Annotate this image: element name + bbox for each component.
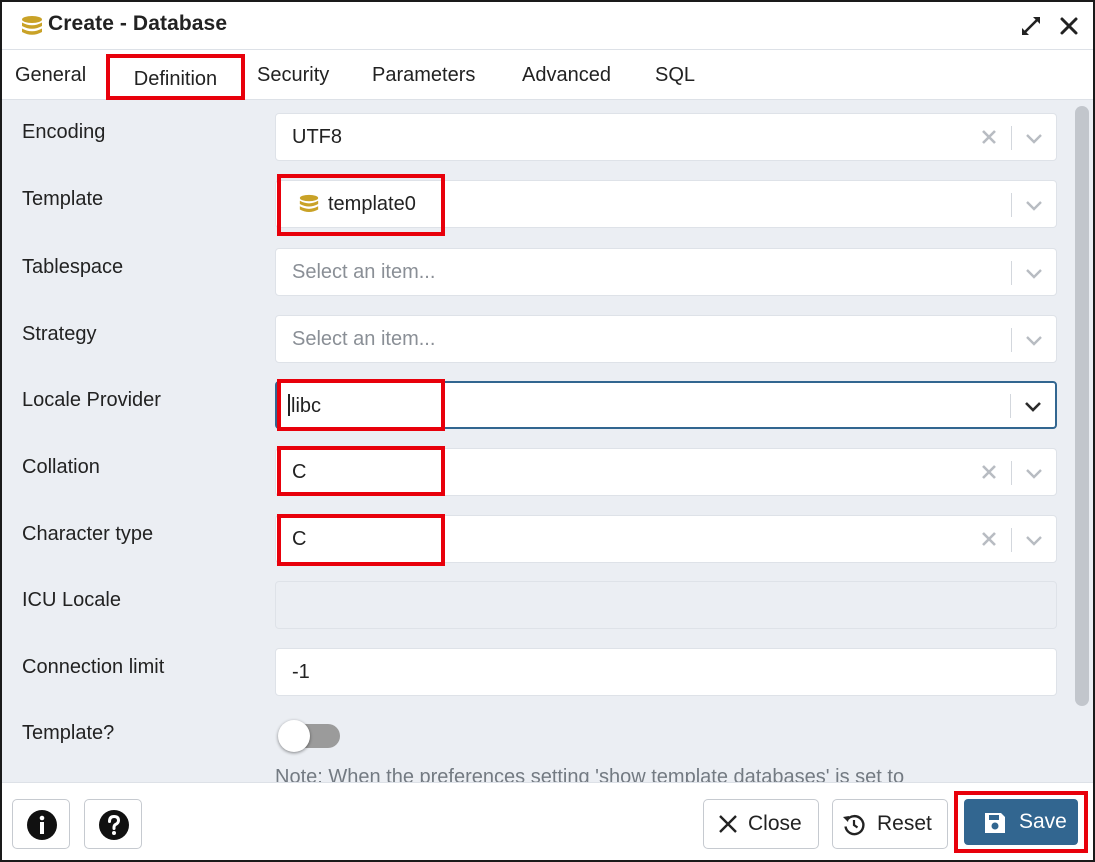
character-type-label: Character type <box>22 523 154 545</box>
tab-bar: General Definition Security Parameters A… <box>2 50 1093 100</box>
close-icon <box>719 815 737 833</box>
reset-button[interactable]: Reset <box>832 799 948 849</box>
save-icon <box>985 813 1005 833</box>
tab-security[interactable]: Security <box>257 64 329 87</box>
divider <box>1011 261 1012 285</box>
close-button[interactable]: Close <box>703 799 819 849</box>
database-icon <box>299 194 319 213</box>
character-type-select[interactable]: C <box>275 515 1057 563</box>
maximize-icon[interactable] <box>1019 14 1043 38</box>
collation-value: C <box>292 461 307 483</box>
chevron-down-icon[interactable] <box>1023 396 1043 416</box>
strategy-label: Strategy <box>22 323 97 345</box>
template-select[interactable]: template0 <box>275 180 1057 228</box>
divider <box>1011 528 1012 552</box>
is-template-label: Template? <box>22 722 115 744</box>
tab-sql[interactable]: SQL <box>655 64 695 87</box>
locale-provider-value: libc <box>288 394 321 418</box>
text-cursor <box>288 394 290 416</box>
template-label: Template <box>22 188 104 210</box>
is-template-toggle[interactable] <box>278 720 340 752</box>
encoding-select[interactable]: UTF8 <box>275 113 1057 161</box>
locale-provider-label: Locale Provider <box>22 389 161 411</box>
collation-select[interactable]: C <box>275 448 1057 496</box>
save-button[interactable]: Save <box>964 799 1078 845</box>
info-icon <box>27 810 57 840</box>
tablespace-placeholder: Select an item... <box>292 261 436 283</box>
template-value: template0 <box>328 193 416 215</box>
info-button[interactable] <box>12 799 70 849</box>
connection-limit-input[interactable]: -1 <box>275 648 1057 696</box>
icu-locale-input <box>275 581 1057 629</box>
tablespace-label: Tablespace <box>22 256 124 278</box>
close-button-label: Close <box>748 812 802 835</box>
reset-button-label: Reset <box>877 812 932 835</box>
divider <box>1011 126 1012 150</box>
scrollbar-thumb[interactable] <box>1075 106 1089 706</box>
close-icon[interactable] <box>1057 14 1081 38</box>
chevron-down-icon[interactable] <box>1024 463 1044 483</box>
clear-icon[interactable] <box>978 461 1000 483</box>
tab-general[interactable]: General <box>15 64 86 87</box>
toggle-knob <box>278 720 310 752</box>
help-button[interactable] <box>84 799 142 849</box>
chevron-down-icon[interactable] <box>1024 263 1044 283</box>
create-database-dialog: Create - Database General Definition Sec… <box>0 0 1095 862</box>
clear-icon[interactable] <box>978 528 1000 550</box>
character-type-value: C <box>292 528 307 550</box>
chevron-down-icon[interactable] <box>1024 330 1044 350</box>
strategy-select[interactable]: Select an item... <box>275 315 1057 363</box>
connection-limit-label: Connection limit <box>22 656 165 678</box>
definition-form: Encoding UTF8 Template template0 Tablesp… <box>2 100 1070 782</box>
locale-provider-select[interactable]: libc <box>275 381 1057 429</box>
highlight-box: Save <box>954 791 1088 853</box>
chevron-down-icon[interactable] <box>1024 530 1044 550</box>
tab-advanced[interactable]: Advanced <box>522 64 611 87</box>
template-note: Note: When the preferences setting 'show… <box>275 766 905 782</box>
tab-definition[interactable]: Definition <box>106 54 245 100</box>
icu-locale-label: ICU Locale <box>22 589 121 611</box>
help-icon <box>99 810 129 840</box>
tab-parameters[interactable]: Parameters <box>372 64 475 87</box>
tablespace-select[interactable]: Select an item... <box>275 248 1057 296</box>
strategy-placeholder: Select an item... <box>292 328 436 350</box>
title-bar[interactable]: Create - Database <box>2 2 1093 50</box>
clear-icon[interactable] <box>978 126 1000 148</box>
save-button-label: Save <box>1019 810 1067 833</box>
divider <box>1010 394 1011 418</box>
encoding-label: Encoding <box>22 121 106 143</box>
reset-icon <box>843 815 865 836</box>
chevron-down-icon[interactable] <box>1024 195 1044 215</box>
dialog-title: Create - Database <box>48 12 228 35</box>
dialog-footer: Close Reset Save <box>2 782 1093 860</box>
connection-limit-value: -1 <box>292 661 310 683</box>
divider <box>1011 328 1012 352</box>
divider <box>1011 193 1012 217</box>
database-icon <box>22 16 42 35</box>
encoding-value: UTF8 <box>292 126 342 148</box>
collation-label: Collation <box>22 456 100 478</box>
chevron-down-icon[interactable] <box>1024 128 1044 148</box>
divider <box>1011 461 1012 485</box>
